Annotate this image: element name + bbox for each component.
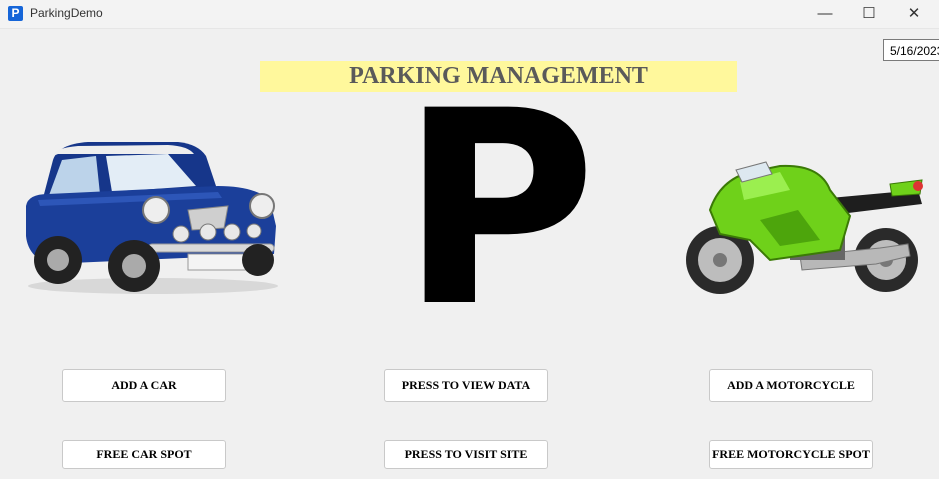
app-icon: P [8,6,23,21]
add-car-button[interactable]: ADD A CAR [62,369,226,402]
parking-logo: P [400,54,597,366]
maximize-button[interactable]: ☐ [846,0,892,28]
free-car-spot-button[interactable]: FREE CAR SPOT [62,440,226,469]
car-image [26,142,278,294]
view-data-button[interactable]: PRESS TO VIEW DATA [384,369,548,402]
window-title: ParkingDemo [30,6,103,20]
free-motorcycle-spot-button[interactable]: FREE MOTORCYCLE SPOT [709,440,873,469]
minimize-button[interactable]: — [802,0,848,28]
visit-site-button[interactable]: PRESS TO VISIT SITE [384,440,548,469]
close-button[interactable]: ✕ [891,0,937,28]
title-bar: P ParkingDemo — ☐ ✕ [0,0,939,29]
motorcycle-image [686,161,923,294]
date-picker[interactable]: 5/16/2023 [883,39,939,61]
add-motorcycle-button[interactable]: ADD A MOTORCYCLE [709,369,873,402]
